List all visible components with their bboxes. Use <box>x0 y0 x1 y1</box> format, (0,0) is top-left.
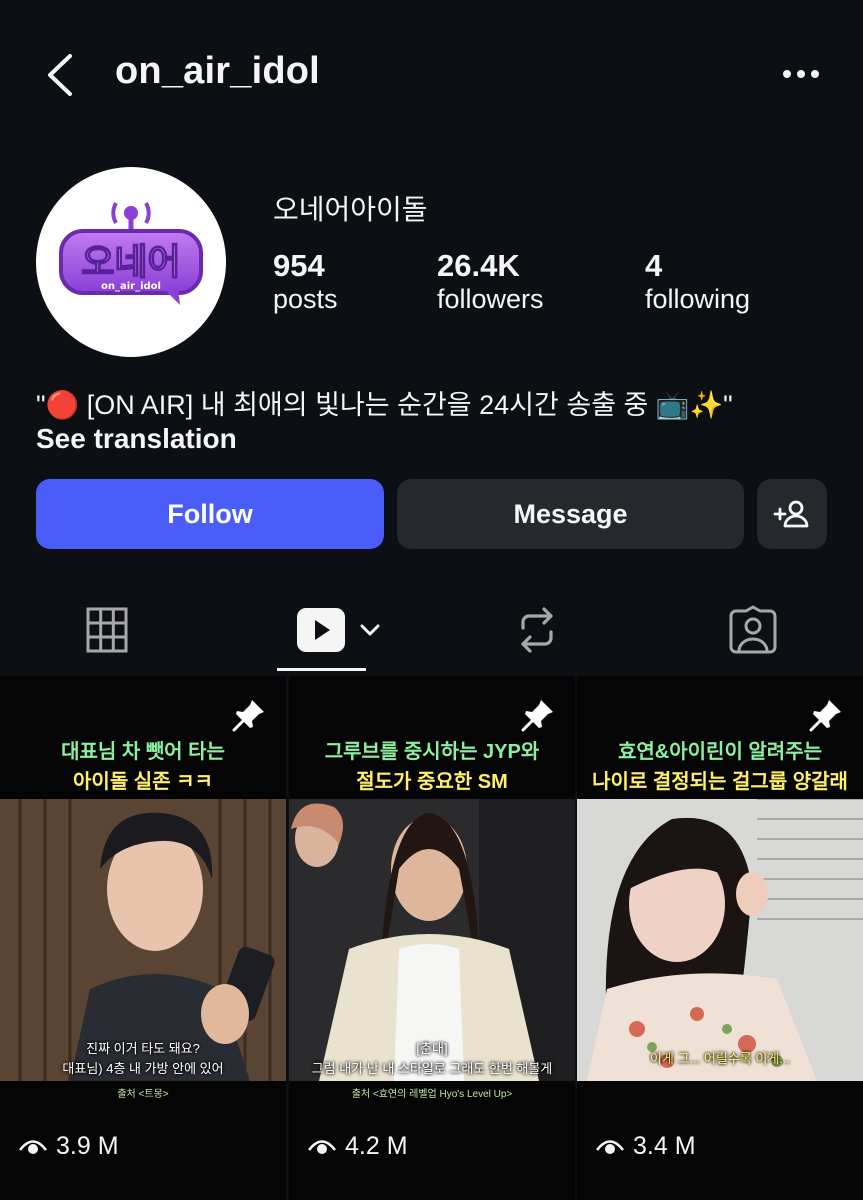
back-button[interactable] <box>40 50 84 100</box>
view-count-text: 3.4 M <box>633 1132 696 1160</box>
reel-caption: 대표님 차 뺏어 타는 <box>61 741 225 763</box>
followers-stat[interactable]: 26.4K followers <box>437 248 544 315</box>
reel-tile[interactable]: 그루브를 중시하는 JYP와 절도가 중요한 SM [춘대] 그럼 내가 난 내… <box>289 676 575 1200</box>
tab-posts[interactable] <box>36 590 178 670</box>
more-horizontal-icon <box>783 70 819 78</box>
posts-label: posts <box>273 284 338 314</box>
suggested-accounts-button[interactable] <box>757 479 827 549</box>
followers-label: followers <box>437 284 544 314</box>
display-name: 오네어아이돌 <box>273 194 428 225</box>
video-credit: 출처 <트몽> <box>117 1089 169 1100</box>
following-stat[interactable]: 4 following <box>645 248 750 315</box>
follow-button[interactable]: Follow <box>36 479 384 549</box>
see-translation-link[interactable]: See translation <box>36 423 237 455</box>
video-credit: 출처 <효연의 레벨업 Hyo's Level Up> <box>351 1089 513 1100</box>
more-options-button[interactable] <box>776 56 826 92</box>
tab-reposts[interactable] <box>466 590 608 670</box>
video-subtitle: 진짜 이거 타도 돼요? <box>86 1041 200 1056</box>
view-count-text: 4.2 M <box>345 1132 408 1160</box>
video-subtitle: [춘대] <box>416 1041 448 1056</box>
tagged-user-icon <box>729 605 777 654</box>
eye-icon <box>307 1139 337 1154</box>
eye-icon <box>18 1139 48 1154</box>
chevron-left-icon <box>48 54 72 96</box>
view-count-text: 3.9 M <box>56 1132 119 1160</box>
pin-icon <box>521 700 553 732</box>
view-count: 3.4 M <box>595 1132 696 1161</box>
avatar[interactable]: 오네어 on_air_idol <box>36 167 226 357</box>
following-label: following <box>645 284 751 314</box>
add-person-icon <box>773 500 809 528</box>
reels-icon <box>297 608 345 652</box>
avatar-logo: 오네어 on_air_idol <box>59 202 203 305</box>
following-count: 4 <box>645 248 663 283</box>
pin-icon <box>232 700 264 732</box>
reel-caption: 그루브를 중시하는 JYP와 <box>324 741 540 763</box>
avatar-logo-text: 오네어 <box>81 242 180 283</box>
avatar-logo-subtext: on_air_idol <box>101 281 161 292</box>
reel-caption: 나이로 결정되는 걸그룹 양갈래 <box>592 771 848 793</box>
message-button[interactable]: Message <box>397 479 744 549</box>
posts-count: 954 <box>273 248 325 283</box>
video-subtitle: 그럼 내가 난 내 스타일로 그래도 한번 해볼게 <box>311 1061 553 1076</box>
reel-caption: 절도가 중요한 SM <box>356 771 508 793</box>
reel-tile[interactable]: 효연&아이린이 알려주는 나이로 결정되는 걸그룹 양갈래 이게 그... 어릴… <box>577 676 863 1200</box>
video-subtitle: 이게 그... 어릴수록 이게... <box>649 1051 791 1066</box>
eye-icon <box>595 1139 625 1154</box>
video-subtitle: 대표님) 4층 내 가방 안에 있어 <box>62 1061 224 1076</box>
followers-count: 26.4K <box>437 248 520 283</box>
chevron-down-icon <box>360 624 380 636</box>
repost-icon <box>521 607 553 653</box>
grid-icon <box>86 607 128 653</box>
pin-icon <box>809 700 841 732</box>
bio-text: "🔴 [ON AIR] 내 최애의 빛나는 순간을 24시간 송출 중 📺✨" <box>36 390 733 420</box>
tab-tagged[interactable] <box>682 590 824 670</box>
reel-caption: 아이돌 실존 ㅋㅋ <box>73 771 213 793</box>
view-count: 3.9 M <box>18 1132 119 1161</box>
posts-stat: 954 posts <box>273 248 338 315</box>
reel-tile[interactable]: 대표님 차 뺏어 타는 아이돌 실존 ㅋㅋ 진짜 이거 타도 돼요? 대표님) … <box>0 676 286 1200</box>
active-tab-indicator <box>277 668 366 671</box>
view-count: 4.2 M <box>307 1132 408 1161</box>
page-title: on_air_idol <box>115 50 320 92</box>
reel-thumbnail <box>577 799 863 1081</box>
reel-caption: 효연&아이린이 알려주는 <box>618 741 822 763</box>
tab-reels[interactable] <box>277 590 407 670</box>
